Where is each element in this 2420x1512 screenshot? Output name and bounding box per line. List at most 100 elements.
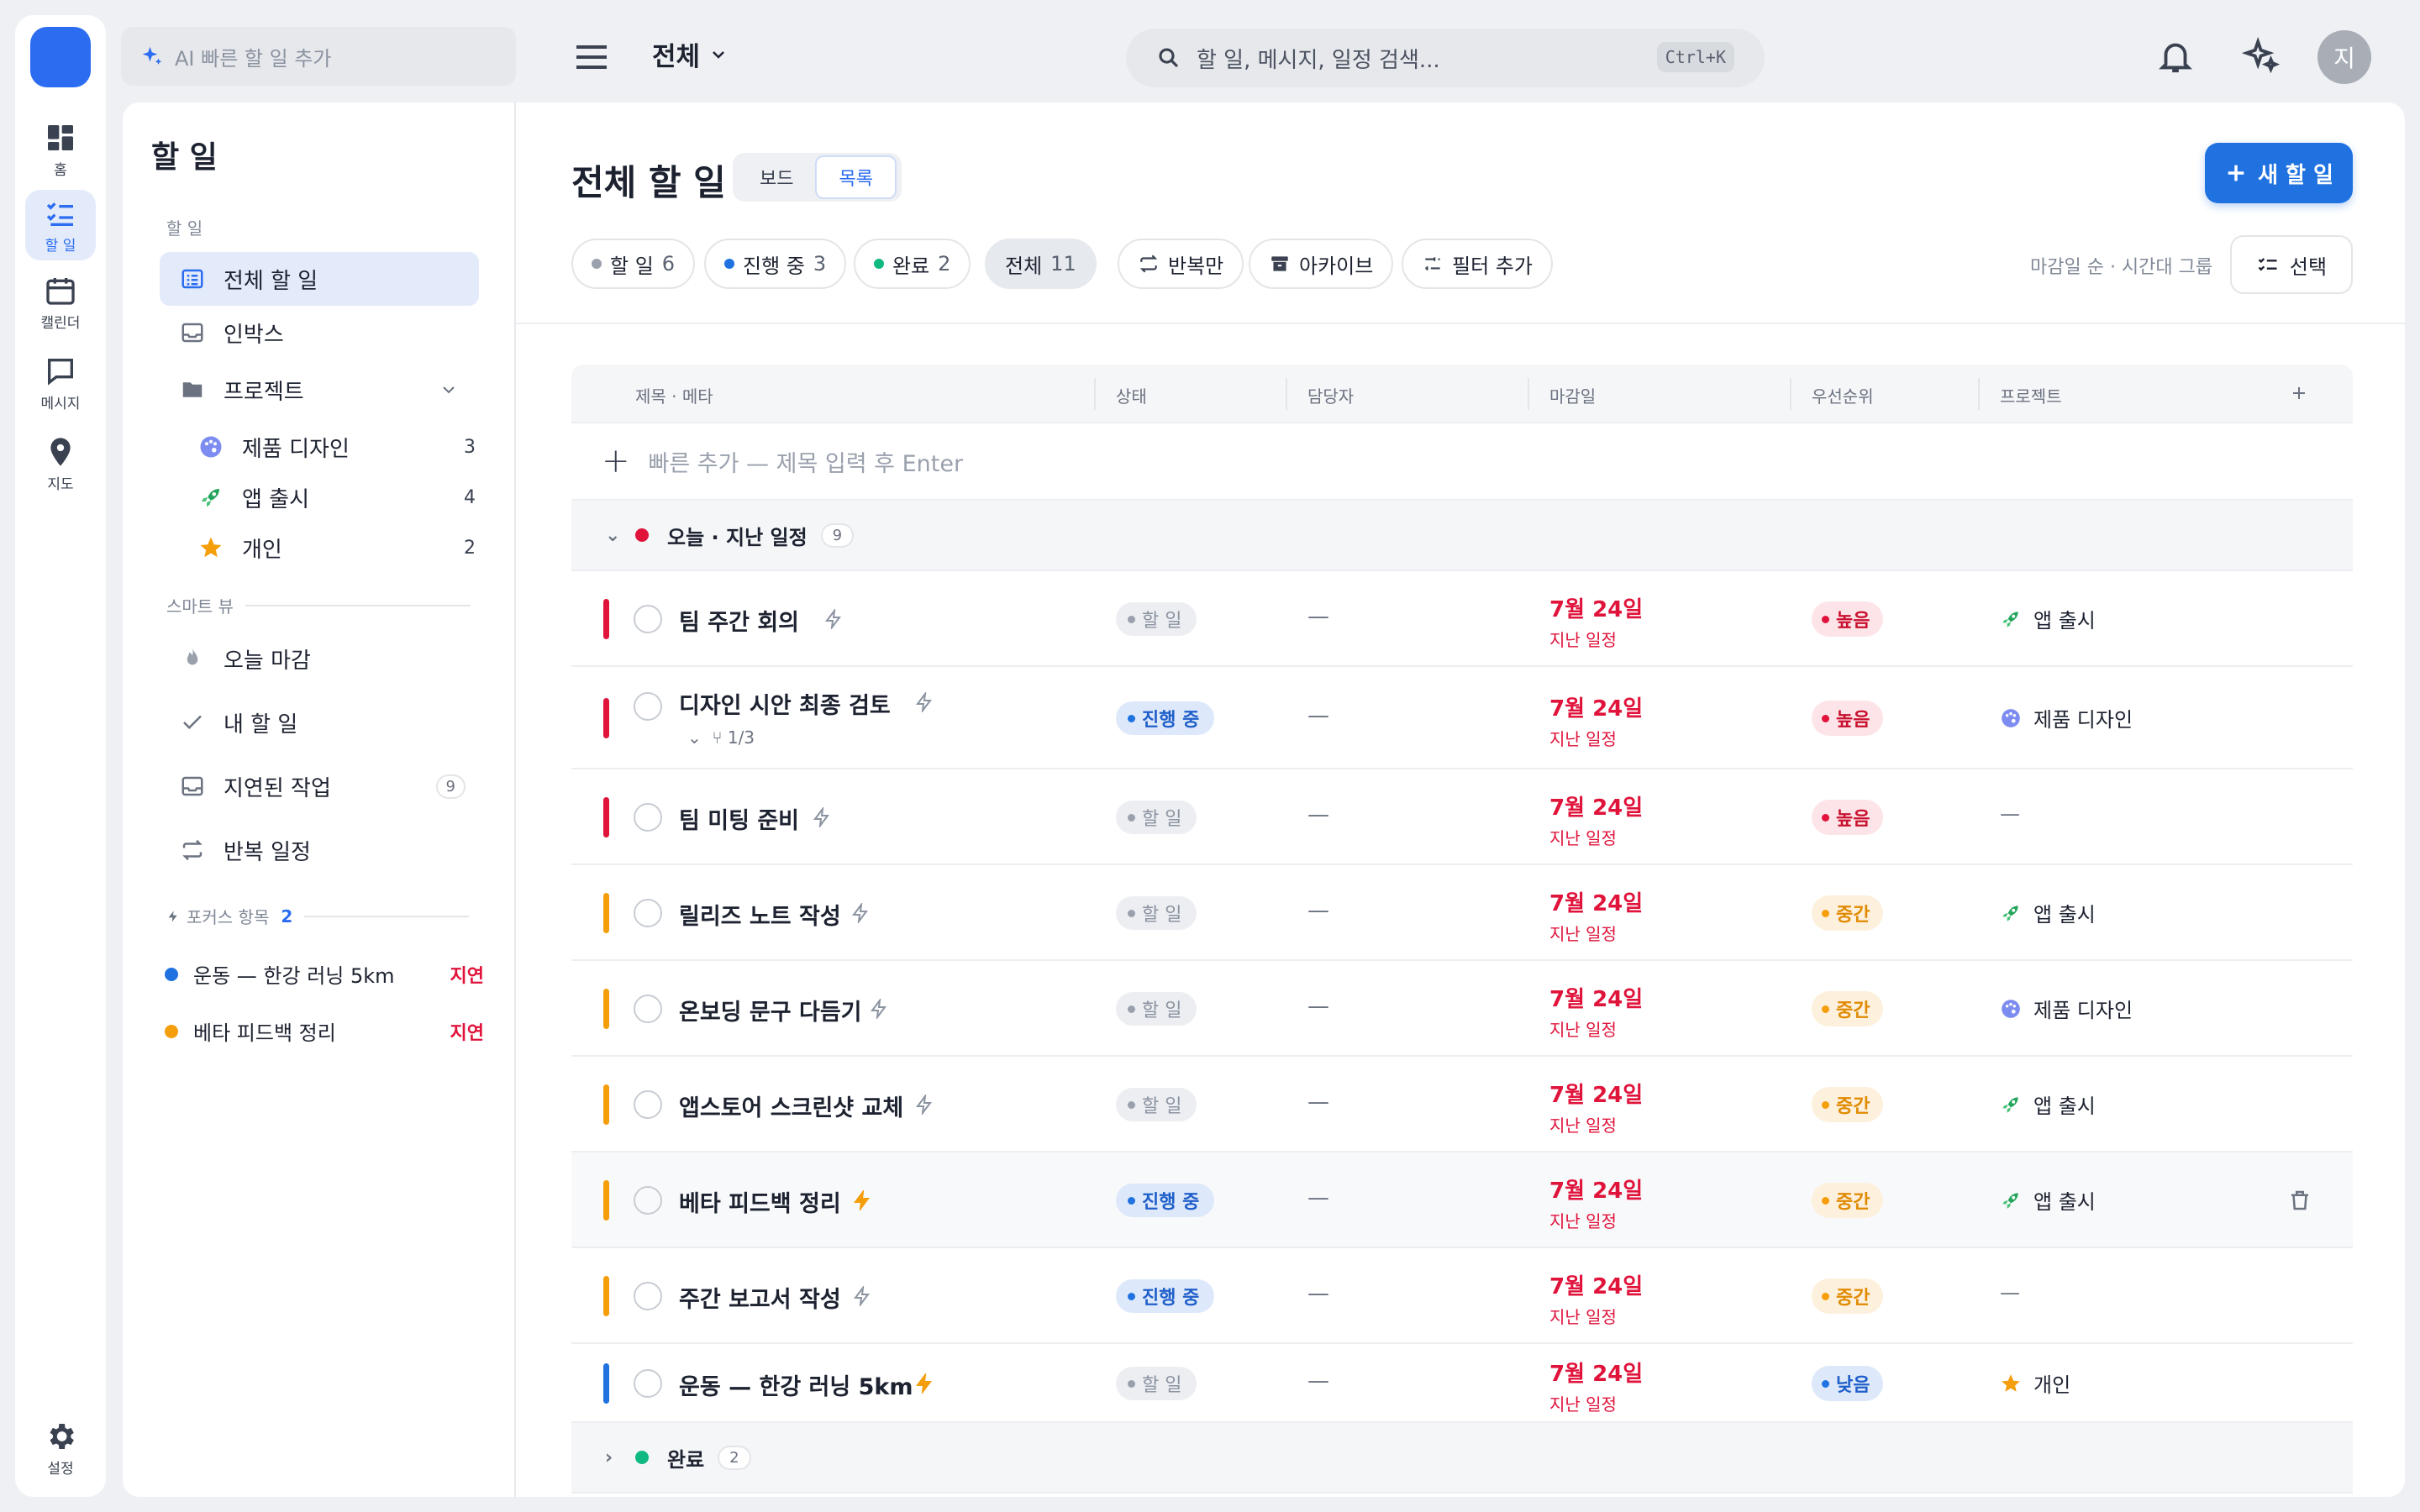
sidebar-item-projects[interactable]: 프로젝트: [160, 363, 479, 417]
project-cell[interactable]: 앱 출시: [2000, 604, 2096, 633]
bolt-icon[interactable]: [852, 1190, 872, 1210]
due-date[interactable]: 7월 24일 지난 일정: [1549, 982, 1643, 1041]
task-title[interactable]: 릴리즈 노트 작성: [679, 898, 841, 931]
status-badge[interactable]: 진행 중: [1116, 1184, 1215, 1217]
filter-chip-recurring[interactable]: 반복만: [1118, 239, 1244, 289]
global-search-input[interactable]: 할 일, 메시지, 일정 검색... Ctrl+K: [1126, 29, 1765, 87]
chevron-down-icon[interactable]: [439, 380, 459, 400]
task-title[interactable]: 주간 보고서 작성: [679, 1281, 841, 1314]
new-task-button[interactable]: 새 할 일: [2205, 143, 2353, 203]
task-title[interactable]: 운동 — 한강 러닝 5km: [679, 1368, 913, 1401]
project-cell[interactable]: 앱 출시: [2000, 1185, 2096, 1215]
bolt-icon[interactable]: [850, 903, 871, 923]
sidebar-item-all-tasks[interactable]: 전체 할 일: [160, 252, 479, 306]
rail-item-map[interactable]: 지도: [25, 428, 96, 499]
add-filter-button[interactable]: 필터 추가: [1402, 239, 1553, 289]
assignee-empty[interactable]: —: [1307, 994, 1329, 1019]
status-badge[interactable]: 진행 중: [1116, 701, 1215, 735]
due-date[interactable]: 7월 24일 지난 일정: [1549, 886, 1643, 945]
assignee-empty[interactable]: —: [1307, 703, 1329, 728]
task-checkbox[interactable]: [634, 995, 662, 1023]
scope-dropdown[interactable]: 전체: [652, 35, 729, 73]
app-logo[interactable]: [30, 27, 91, 87]
status-badge[interactable]: 진행 중: [1116, 1279, 1215, 1313]
project-cell[interactable]: 앱 출시: [2000, 898, 2096, 927]
project-cell[interactable]: 제품 디자인: [2000, 703, 2133, 732]
table-row[interactable]: 릴리즈 노트 작성 할 일 — 7월 24일 지난 일정 중간 앱 출시: [571, 865, 2353, 961]
priority-badge[interactable]: 중간: [1812, 1183, 1884, 1218]
sidebar-smart-recurring[interactable]: 반복 일정: [160, 823, 479, 877]
bolt-icon[interactable]: [914, 1373, 934, 1394]
column-header-assignee[interactable]: 담당자: [1307, 383, 1354, 407]
due-date[interactable]: 7월 24일 지난 일정: [1549, 592, 1643, 651]
status-badge[interactable]: 할 일: [1116, 992, 1197, 1026]
view-board-button[interactable]: 보드: [738, 157, 815, 197]
focus-item[interactable]: 운동 — 한강 러닝 5km 지연: [165, 959, 484, 989]
select-button[interactable]: 선택: [2230, 235, 2353, 294]
assignee-empty[interactable]: —: [1307, 1281, 1329, 1306]
assignee-empty[interactable]: —: [1307, 1185, 1329, 1210]
group-header-done[interactable]: › 완료 2: [571, 1423, 2353, 1494]
project-cell[interactable]: 개인: [2000, 1368, 2070, 1398]
status-badge[interactable]: 할 일: [1116, 896, 1197, 930]
rail-item-settings[interactable]: 설정: [25, 1413, 96, 1483]
rail-item-calendar[interactable]: 캘린더: [25, 267, 96, 338]
priority-badge[interactable]: 중간: [1812, 1278, 1884, 1314]
bolt-icon[interactable]: [869, 999, 889, 1019]
assignee-empty[interactable]: —: [1307, 1089, 1329, 1115]
task-checkbox[interactable]: [634, 1282, 662, 1310]
filter-chip-archive[interactable]: 아카이브: [1249, 239, 1394, 289]
task-title[interactable]: 디자인 시안 최종 검토: [679, 687, 891, 720]
rail-item-home[interactable]: 홈: [25, 114, 96, 185]
sidebar-smart-my-tasks[interactable]: 내 할 일: [160, 696, 479, 749]
status-badge[interactable]: 할 일: [1116, 801, 1197, 834]
priority-badge[interactable]: 높음: [1812, 701, 1884, 736]
assignee-empty[interactable]: —: [1307, 604, 1329, 629]
assignee-empty[interactable]: —: [1307, 1368, 1329, 1394]
priority-badge[interactable]: 높음: [1812, 800, 1884, 835]
bolt-icon[interactable]: [852, 1286, 872, 1306]
task-checkbox[interactable]: [634, 1090, 662, 1119]
task-checkbox[interactable]: [634, 1186, 662, 1215]
filter-chip-done[interactable]: 완료 2: [854, 239, 971, 289]
table-row[interactable]: 주간 보고서 작성 진행 중 — 7월 24일 지난 일정 중간 —: [571, 1248, 2353, 1344]
bolt-icon[interactable]: [823, 609, 844, 629]
bolt-icon[interactable]: [812, 807, 832, 827]
sidebar-project-app-launch[interactable]: 앱 출시 4: [178, 470, 489, 524]
rail-item-messages[interactable]: 메시지: [25, 348, 96, 418]
quick-add-input[interactable]: + 빠른 추가 — 제목 입력 후 Enter: [571, 423, 2353, 501]
trash-icon[interactable]: [2287, 1188, 2312, 1213]
due-date[interactable]: 7월 24일 지난 일정: [1549, 691, 1643, 750]
task-title[interactable]: 온보딩 문구 다듬기: [679, 994, 862, 1026]
status-badge[interactable]: 할 일: [1116, 1088, 1197, 1121]
table-row[interactable]: 운동 — 한강 러닝 5km 할 일 — 7월 24일 지난 일정 낮음 개인: [571, 1344, 2353, 1423]
sidebar-item-inbox[interactable]: 인박스: [160, 306, 479, 360]
task-checkbox[interactable]: [634, 1369, 662, 1398]
task-checkbox[interactable]: [634, 803, 662, 832]
column-header-title[interactable]: 제목 · 메타: [635, 383, 713, 407]
priority-badge[interactable]: 낮음: [1812, 1366, 1884, 1401]
task-checkbox[interactable]: [634, 692, 662, 721]
column-header-priority[interactable]: 우선순위: [1812, 383, 1874, 407]
task-title[interactable]: 앱스토어 스크린샷 교체: [679, 1089, 903, 1122]
due-date[interactable]: 7월 24일 지난 일정: [1549, 1357, 1643, 1415]
priority-badge[interactable]: 중간: [1812, 895, 1884, 931]
task-checkbox[interactable]: [634, 605, 662, 633]
filter-chip-in-progress[interactable]: 진행 중3: [704, 239, 847, 289]
status-badge[interactable]: 할 일: [1116, 602, 1197, 636]
column-header-due[interactable]: 마감일: [1549, 383, 1596, 407]
project-cell[interactable]: —: [2000, 1281, 2020, 1305]
table-row[interactable]: 베타 피드백 정리 진행 중 — 7월 24일 지난 일정 중간 앱 출시: [571, 1152, 2353, 1248]
sidebar-project-personal[interactable]: 개인 2: [178, 521, 489, 575]
column-header-project[interactable]: 프로젝트: [2000, 383, 2062, 407]
bolt-icon[interactable]: [914, 692, 934, 712]
sidebar-smart-overdue[interactable]: 지연된 작업 9: [160, 759, 479, 813]
table-row[interactable]: 디자인 시안 최종 검토 ⌄ ⑂ 1/3 진행 중 — 7월 24일 지난 일정 높음 제품 …: [571, 667, 2353, 769]
assignee-empty[interactable]: —: [1307, 898, 1329, 923]
due-date[interactable]: 7월 24일 지난 일정: [1549, 1269, 1643, 1328]
table-row[interactable]: 앱스토어 스크린샷 교체 할 일 — 7월 24일 지난 일정 중간 앱 출시: [571, 1057, 2353, 1152]
task-title[interactable]: 팀 미팅 준비: [679, 802, 799, 835]
group-header-today[interactable]: ⌄ 오늘 · 지난 일정 9: [571, 501, 2353, 571]
view-list-button[interactable]: 목록: [815, 155, 897, 199]
add-column-icon[interactable]: [2289, 383, 2309, 403]
